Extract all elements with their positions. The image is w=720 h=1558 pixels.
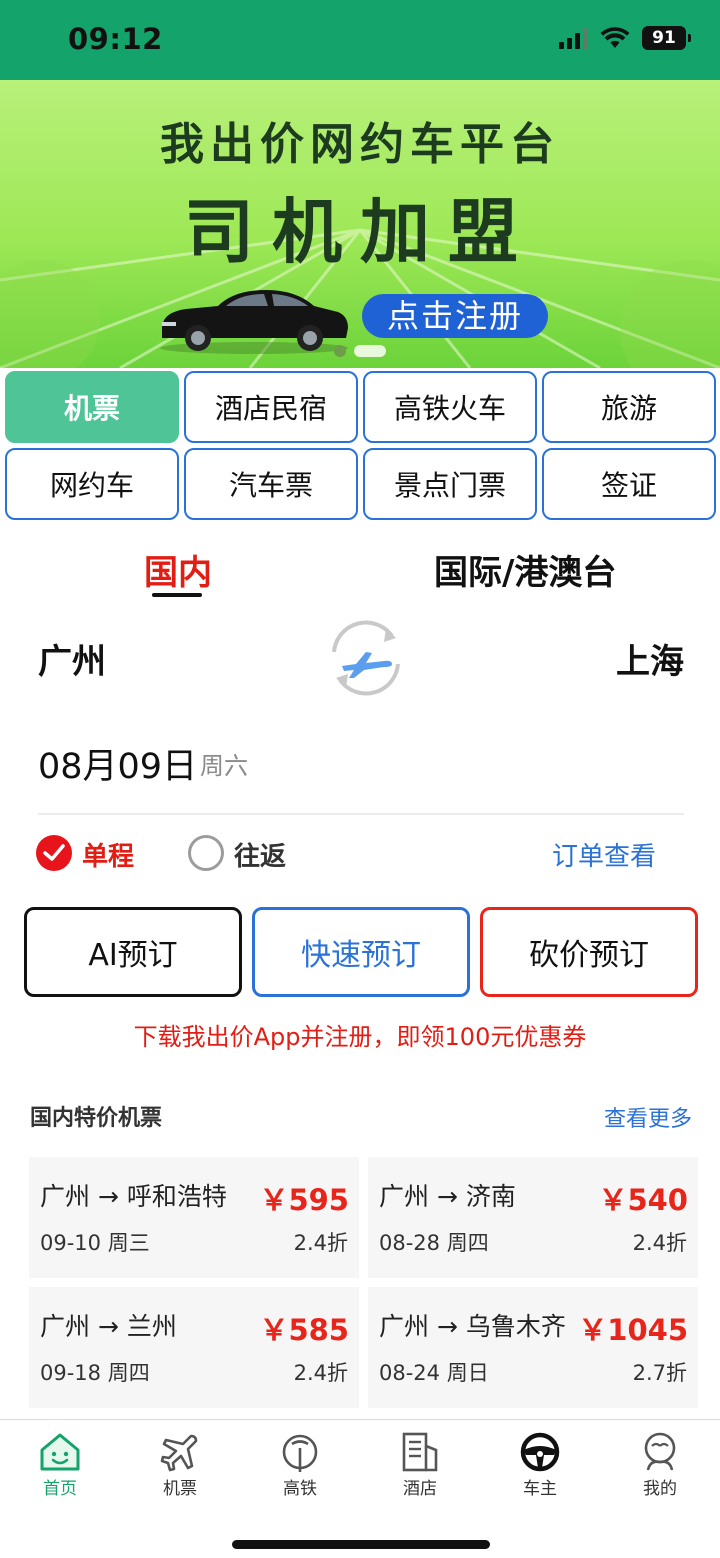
deal-discount: 2.4折: [293, 1231, 348, 1255]
deal-date: 08-28 周四: [379, 1231, 489, 1255]
promo-banner[interactable]: 我出价网约车平台 司机加盟 点击注册: [0, 80, 720, 368]
deal-price: ￥1045: [578, 1313, 688, 1347]
carousel-dot-active: [354, 345, 386, 357]
nav-home[interactable]: 首页: [0, 1430, 120, 1499]
status-time: 09:12: [68, 22, 163, 56]
arrival-city[interactable]: 上海: [616, 634, 684, 683]
plane-icon: [160, 1434, 198, 1472]
nav-label: 我的: [643, 1479, 677, 1499]
carousel-dot: [334, 345, 346, 357]
category-flights[interactable]: 机票: [5, 371, 179, 443]
round-trip-radio[interactable]: [188, 835, 224, 871]
deal-date: 08-24 周日: [379, 1361, 489, 1385]
category-travel[interactable]: 旅游: [542, 371, 716, 443]
deal-price: ￥595: [259, 1183, 349, 1217]
deals-section-title: 国内特价机票: [30, 1106, 163, 1131]
category-attractions[interactable]: 景点门票: [363, 448, 537, 520]
banner-headline: 我出价网约车平台: [160, 119, 560, 170]
deal-date: 09-18 周四: [40, 1361, 150, 1385]
category-visa[interactable]: 签证: [542, 448, 716, 520]
nav-label: 车主: [523, 1479, 557, 1499]
deal-route: 广州 → 兰州: [40, 1312, 177, 1341]
hotel-icon: [402, 1432, 438, 1472]
nav-hotels[interactable]: 酒店: [360, 1430, 480, 1499]
bargain-booking-button[interactable]: 砍价预订: [480, 907, 698, 997]
ai-booking-button[interactable]: AI预订: [24, 907, 242, 997]
tab-domestic[interactable]: 国内: [144, 545, 212, 594]
nav-label: 机票: [163, 1479, 197, 1499]
deal-discount: 2.4折: [632, 1231, 687, 1255]
deals-grid: 广州 → 呼和浩特 ￥595 09-10 周三 2.4折 广州 → 济南 ￥54…: [29, 1157, 698, 1408]
deals-more-link[interactable]: 查看更多: [604, 1101, 692, 1133]
register-button[interactable]: 点击注册: [362, 294, 548, 338]
car-illustration: [160, 290, 348, 354]
round-trip-label[interactable]: 往返: [234, 836, 286, 873]
status-icons: 91: [559, 26, 691, 50]
deal-price: ￥585: [259, 1313, 349, 1347]
nav-car-owner[interactable]: 车主: [480, 1430, 600, 1499]
status-bar: 09:12 91: [0, 0, 720, 80]
nav-profile[interactable]: 我的: [600, 1430, 720, 1499]
deal-route: 广州 → 呼和浩特: [40, 1182, 227, 1211]
category-grid: 机票 酒店民宿 高铁火车 旅游 网约车 汽车票 景点门票 签证: [5, 371, 717, 520]
deal-card[interactable]: 广州 → 乌鲁木齐 ￥1045 08-24 周日 2.7折: [368, 1287, 698, 1408]
nav-label: 高铁: [283, 1479, 317, 1499]
tab-international[interactable]: 国际/港澳台: [434, 545, 616, 594]
deal-route: 广州 → 乌鲁木齐: [379, 1312, 566, 1341]
category-bus-tickets[interactable]: 汽车票: [184, 448, 358, 520]
steering-wheel-icon: [520, 1432, 560, 1472]
home-indicator: [232, 1540, 490, 1549]
carousel-indicator: [334, 345, 386, 357]
checkmark-icon: [43, 844, 65, 861]
departure-weekday: 周六: [200, 752, 248, 780]
nav-label: 首页: [43, 1479, 77, 1499]
category-trains[interactable]: 高铁火车: [363, 371, 537, 443]
home-icon: [40, 1433, 80, 1471]
deal-date: 09-10 周三: [40, 1231, 150, 1255]
deal-discount: 2.7折: [632, 1361, 687, 1385]
deal-card[interactable]: 广州 → 呼和浩特 ￥595 09-10 周三 2.4折: [29, 1157, 359, 1278]
profile-icon: [644, 1432, 676, 1471]
wifi-icon: [600, 27, 630, 48]
swap-cities-icon[interactable]: [324, 616, 408, 700]
cellular-signal-icon: [559, 27, 588, 49]
departure-date[interactable]: 08月09日: [38, 738, 197, 789]
deal-card[interactable]: 广州 → 济南 ￥540 08-28 周四 2.4折: [368, 1157, 698, 1278]
train-icon: [282, 1434, 318, 1472]
bottom-navigation: 首页 机票 高铁 酒店 车主 我的: [0, 1419, 720, 1558]
one-way-label[interactable]: 单程: [82, 836, 134, 873]
category-hotels[interactable]: 酒店民宿: [184, 371, 358, 443]
nav-trains[interactable]: 高铁: [240, 1430, 360, 1499]
deal-discount: 2.4折: [293, 1361, 348, 1385]
battery-indicator: 91: [642, 26, 691, 50]
view-orders-link[interactable]: 订单查看: [552, 836, 656, 873]
banner-subheadline: 司机加盟: [184, 191, 536, 273]
deal-route: 广州 → 济南: [379, 1182, 516, 1211]
nav-flights[interactable]: 机票: [120, 1430, 240, 1499]
promo-text[interactable]: 下载我出价App并注册，即领100元优惠券: [0, 1017, 720, 1052]
nav-label: 酒店: [403, 1479, 437, 1499]
one-way-radio[interactable]: [36, 835, 72, 871]
quick-booking-button[interactable]: 快速预订: [252, 907, 470, 997]
deal-card[interactable]: 广州 → 兰州 ￥585 09-18 周四 2.4折: [29, 1287, 359, 1408]
category-ride-hailing[interactable]: 网约车: [5, 448, 179, 520]
tab-active-indicator: [152, 593, 202, 597]
departure-city[interactable]: 广州: [38, 634, 106, 683]
deal-price: ￥540: [598, 1183, 688, 1217]
divider: [38, 813, 684, 815]
